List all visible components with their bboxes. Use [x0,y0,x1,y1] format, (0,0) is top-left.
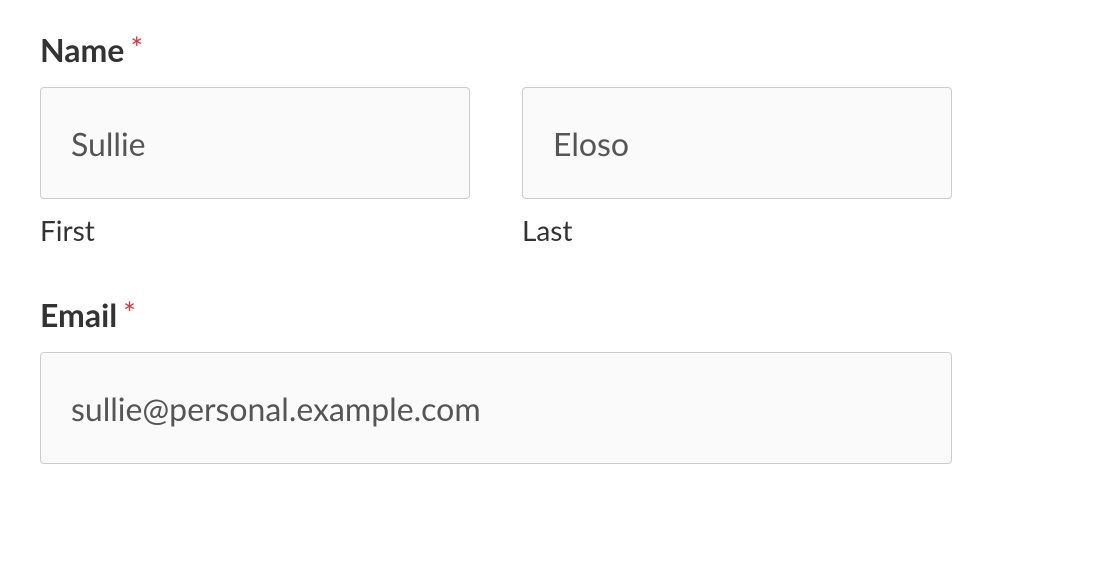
name-label-text: Name [40,30,124,69]
email-input[interactable] [40,352,952,464]
last-name-sublabel: Last [522,213,952,247]
email-field-group: Email* [40,295,1076,464]
email-label-text: Email [40,295,117,334]
first-name-sublabel: First [40,213,470,247]
name-label: Name* [40,30,143,69]
first-name-input[interactable] [40,87,470,199]
required-asterisk: * [123,295,136,331]
name-field-group: Name* First Last [40,30,1076,247]
last-name-input[interactable] [522,87,952,199]
name-row: First Last [40,87,1076,247]
required-asterisk: * [130,30,143,66]
email-label: Email* [40,295,136,334]
email-row [40,352,1076,464]
last-name-col: Last [522,87,952,247]
first-name-col: First [40,87,470,247]
